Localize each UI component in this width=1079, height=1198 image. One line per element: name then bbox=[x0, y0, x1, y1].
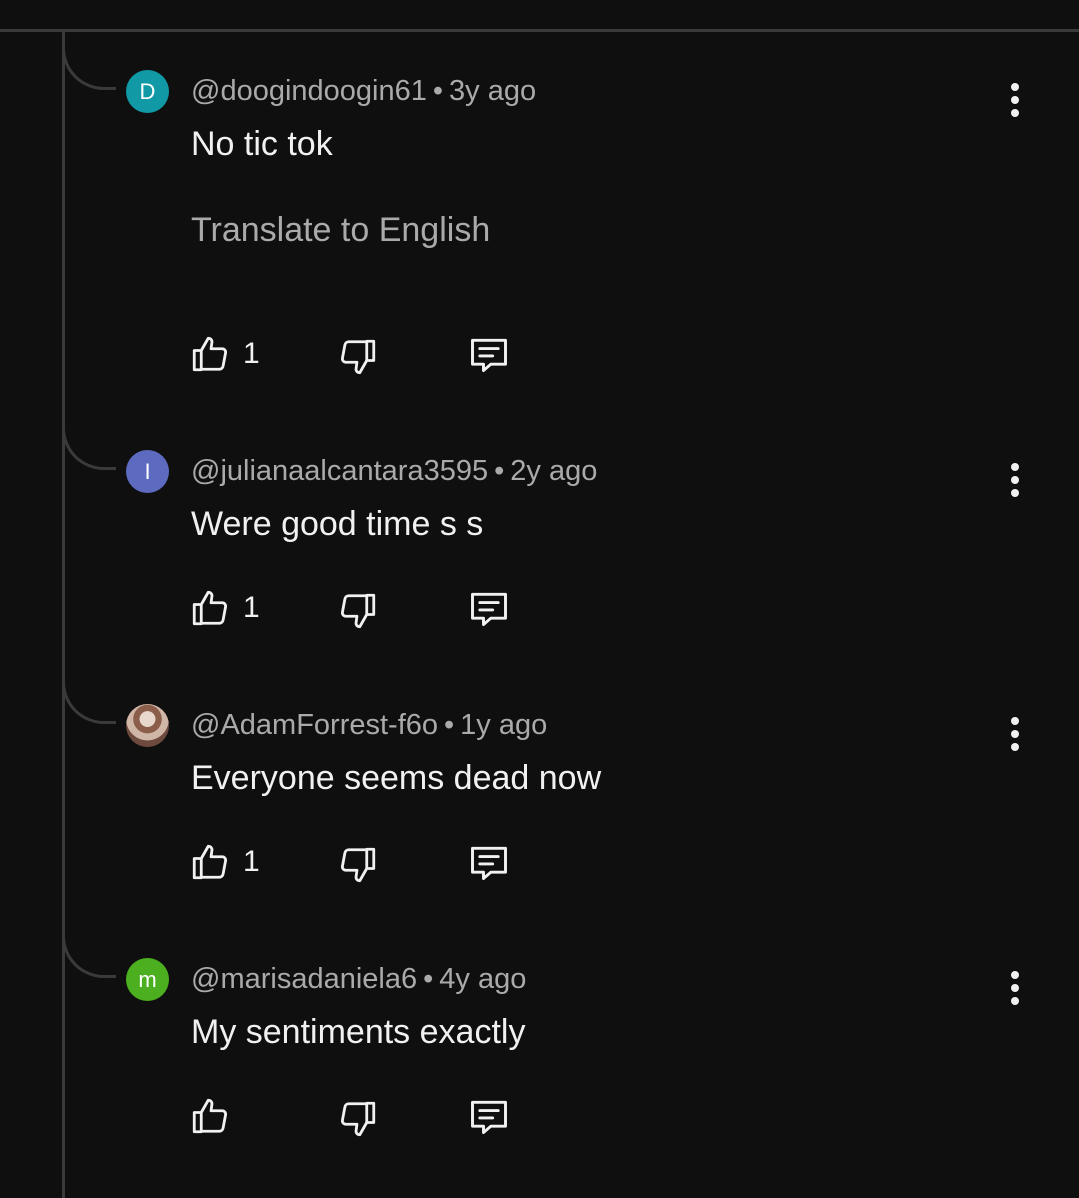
thumbs-down-icon bbox=[340, 1101, 376, 1137]
avatar[interactable] bbox=[126, 704, 169, 747]
like-count: 1 bbox=[243, 845, 260, 878]
avatar[interactable]: I bbox=[126, 450, 169, 493]
thread-line bbox=[62, 32, 65, 1198]
reply-time[interactable]: 1y ago bbox=[460, 709, 547, 741]
avatar[interactable]: m bbox=[126, 958, 169, 1001]
meta-separator: • bbox=[494, 455, 505, 487]
reply-button[interactable] bbox=[466, 841, 512, 885]
reply-comment-icon bbox=[471, 338, 507, 373]
dislike-button[interactable] bbox=[337, 1097, 379, 1141]
dislike-button[interactable] bbox=[337, 335, 379, 379]
more-vertical-icon[interactable] bbox=[1000, 966, 1030, 1010]
reply-text: My sentiments exactly bbox=[191, 1013, 526, 1051]
reply-handle[interactable]: @marisadaniela6 bbox=[191, 963, 417, 995]
like-count: 1 bbox=[243, 591, 260, 624]
avatar-letter: I bbox=[144, 458, 151, 484]
reply-button[interactable] bbox=[466, 587, 512, 631]
more-vertical-icon[interactable] bbox=[1000, 78, 1030, 122]
avatar-letter: D bbox=[139, 78, 156, 104]
thumbs-down-icon bbox=[340, 847, 376, 883]
reply-meta: @AdamForrest-f6o • 1y ago bbox=[191, 709, 547, 742]
like-button[interactable]: 1 bbox=[189, 332, 260, 376]
thread-connector bbox=[62, 936, 116, 978]
thumbs-down-icon bbox=[340, 339, 376, 375]
thumbs-up-icon bbox=[192, 844, 228, 880]
reply-handle[interactable]: @julianaalcantara3595 bbox=[191, 455, 488, 487]
thumbs-up-icon bbox=[192, 1098, 228, 1134]
reply-text: Everyone seems dead now bbox=[191, 759, 602, 797]
reply-text: Were good time s s bbox=[191, 505, 484, 543]
dislike-button[interactable] bbox=[337, 843, 379, 887]
top-divider bbox=[0, 29, 1079, 32]
translate-button[interactable]: Translate to English bbox=[191, 211, 490, 250]
like-count: 1 bbox=[243, 337, 260, 370]
reply-text: No tic tok bbox=[191, 125, 333, 163]
reply-comment-icon bbox=[471, 592, 507, 627]
thumbs-up-icon bbox=[192, 336, 228, 372]
thread-connector bbox=[62, 48, 116, 90]
reply-time[interactable]: 2y ago bbox=[510, 455, 597, 487]
thumbs-up-icon bbox=[192, 590, 228, 626]
meta-separator: • bbox=[444, 709, 455, 741]
meta-separator: • bbox=[432, 75, 444, 107]
more-vertical-icon[interactable] bbox=[1000, 458, 1030, 502]
reply-meta: @marisadaniela6 • 4y ago bbox=[191, 963, 526, 996]
like-button[interactable] bbox=[189, 1094, 243, 1138]
meta-separator: • bbox=[423, 963, 434, 995]
reply-button[interactable] bbox=[466, 333, 512, 377]
thumbs-down-icon bbox=[340, 593, 376, 629]
comment-thread-page: D @doogindoogin61 • 3y ago No tic tok Tran… bbox=[0, 0, 1079, 1198]
thread-connector bbox=[62, 682, 116, 724]
reply-button[interactable] bbox=[466, 1095, 512, 1139]
reply-comment-icon bbox=[471, 846, 507, 881]
reply-time[interactable]: 3y ago bbox=[449, 75, 536, 107]
reply-handle[interactable]: @AdamForrest-f6o bbox=[191, 709, 438, 741]
reply-meta: @doogindoogin61 • 3y ago bbox=[191, 75, 536, 108]
reply-time[interactable]: 4y ago bbox=[439, 963, 526, 995]
like-button[interactable]: 1 bbox=[189, 840, 260, 884]
reply-comment-icon bbox=[471, 1100, 507, 1135]
more-vertical-icon[interactable] bbox=[1000, 712, 1030, 756]
like-button[interactable]: 1 bbox=[189, 586, 260, 630]
thread-connector bbox=[62, 428, 116, 470]
reply-handle[interactable]: @doogindoogin61 bbox=[191, 75, 427, 107]
reply-meta: @julianaalcantara3595 • 2y ago bbox=[191, 455, 597, 488]
avatar-letter: m bbox=[138, 966, 157, 992]
avatar[interactable]: D bbox=[126, 70, 169, 113]
dislike-button[interactable] bbox=[337, 589, 379, 633]
